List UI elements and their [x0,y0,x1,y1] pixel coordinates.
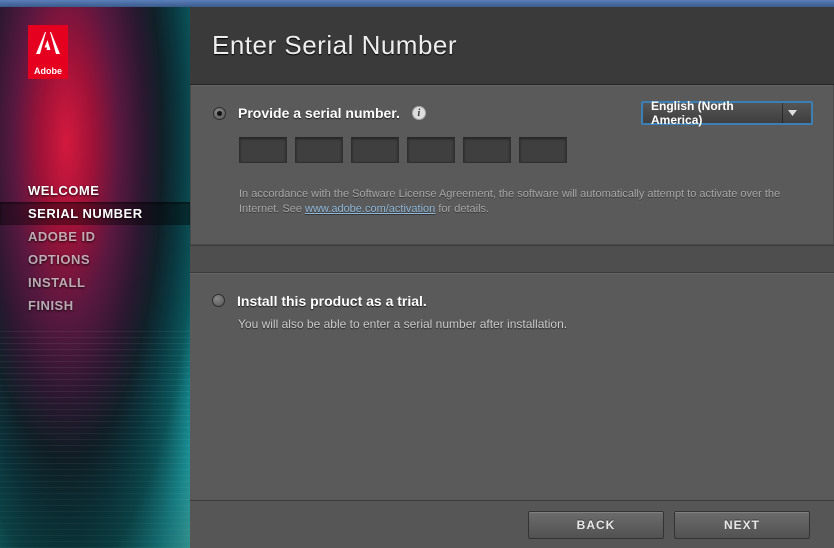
activation-notice: In accordance with the Software License … [213,187,811,218]
chevron-down-icon [782,103,803,123]
nav-item-options: OPTIONS [0,248,190,271]
step-nav: WELCOME SERIAL NUMBER ADOBE ID OPTIONS I… [0,179,190,317]
serial-field-4[interactable] [407,137,455,163]
info-icon[interactable] [412,106,426,120]
notice-text-post: for details. [435,203,489,215]
language-selected: English (North America) [651,99,782,127]
trial-hint: You will also be able to enter a serial … [212,309,812,331]
adobe-logo-text: Adobe [34,66,62,76]
serial-input-group [239,137,811,163]
trial-option-label: Install this product as a trial. [237,293,427,309]
nav-item-adobe-id: ADOBE ID [0,225,190,248]
serial-field-3[interactable] [351,137,399,163]
nav-item-finish: FINISH [0,294,190,317]
nav-item-install: INSTALL [0,271,190,294]
sidebar: Adobe WELCOME SERIAL NUMBER ADOBE ID OPT… [0,7,190,548]
language-dropdown[interactable]: English (North America) [641,101,813,125]
section-trial: Install this product as a trial. You wil… [190,273,834,500]
installer-window: Adobe WELCOME SERIAL NUMBER ADOBE ID OPT… [0,7,834,548]
window-titlebar [0,0,834,7]
main-panel: Enter Serial Number Provide a serial num… [190,7,834,548]
nav-item-welcome[interactable]: WELCOME [0,179,190,202]
adobe-logo: Adobe [28,25,68,79]
back-button[interactable]: BACK [528,511,664,539]
section-provide-serial: Provide a serial number. English (North … [190,85,834,245]
page-header: Enter Serial Number [190,7,834,85]
page-title: Enter Serial Number [212,30,457,61]
trial-option-row: Install this product as a trial. [212,293,812,309]
serial-field-5[interactable] [463,137,511,163]
serial-field-1[interactable] [239,137,287,163]
radio-provide-serial[interactable] [213,107,226,120]
nav-item-serial-number[interactable]: SERIAL NUMBER [0,202,190,225]
serial-option-label: Provide a serial number. [238,105,400,121]
adobe-a-icon [36,32,60,54]
footer-buttons: BACK NEXT [190,500,834,548]
radio-install-trial[interactable] [212,294,225,307]
activation-link[interactable]: www.adobe.com/activation [305,203,435,215]
serial-field-2[interactable] [295,137,343,163]
serial-field-6[interactable] [519,137,567,163]
section-divider [190,245,834,273]
next-button[interactable]: NEXT [674,511,810,539]
